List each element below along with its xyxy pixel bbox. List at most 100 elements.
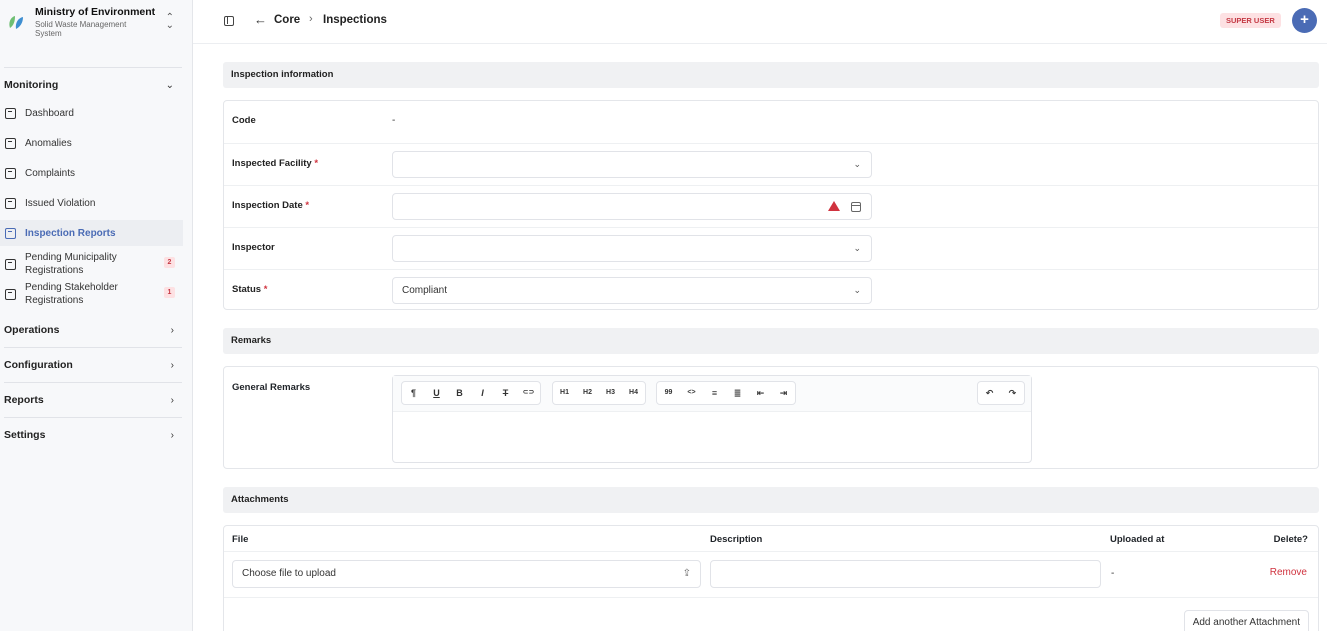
status-select[interactable]: Compliant ⌄ xyxy=(392,277,872,304)
sidebar-item-pending-municipality[interactable]: Pending Municipality Registrations 2 xyxy=(0,250,183,278)
block-group: 99 <> ≡ ≣ ⇤ ⇥ xyxy=(656,381,796,405)
page-icon xyxy=(5,167,16,179)
sidebar-item-label: Pending Stakeholder Registrations xyxy=(25,282,118,306)
add-attachment-button[interactable]: Add another Attachment xyxy=(1183,610,1309,631)
sidebar-divider xyxy=(4,382,182,383)
outdent-button[interactable]: ⇤ xyxy=(749,382,772,404)
facility-select[interactable]: ⌄ xyxy=(392,151,872,178)
format-group: ¶ U B I T ⊂⊃ xyxy=(401,381,541,405)
sidebar-item-label: Dashboard xyxy=(25,107,74,119)
page-icon xyxy=(5,288,16,300)
field-label: General Remarks xyxy=(232,382,311,393)
indent-button[interactable]: ⇥ xyxy=(772,382,795,404)
add-button[interactable]: + xyxy=(1292,8,1317,33)
label-text: Inspected Facility xyxy=(232,158,312,169)
chevron-right-icon: › xyxy=(309,13,313,25)
bold-button[interactable]: B xyxy=(448,382,471,404)
sidebar-group-settings[interactable]: Settings › xyxy=(4,426,182,444)
quote-button[interactable]: 99 xyxy=(657,382,680,404)
topbar: ← Core › Inspections SUPER USER + xyxy=(193,0,1327,44)
form-row-code: Code - xyxy=(224,101,1318,143)
numbered-list-button[interactable]: ≣ xyxy=(726,382,749,404)
sidebar-group-monitoring[interactable]: Monitoring ⌄ xyxy=(4,76,182,94)
page-icon xyxy=(5,137,16,149)
sidebar-group-operations[interactable]: Operations › xyxy=(4,321,182,339)
sidebar-item-label: Issued Violation xyxy=(25,197,96,209)
uploaded-at-value: - xyxy=(1111,568,1115,579)
sidebar-item-pending-stakeholder[interactable]: Pending Stakeholder Registrations 1 xyxy=(0,280,183,308)
history-group: ↶ ↷ xyxy=(977,381,1025,405)
org-name: Ministry of Environment xyxy=(35,6,156,18)
h3-button[interactable]: H3 xyxy=(599,382,622,404)
chevron-right-icon: › xyxy=(170,429,174,441)
count-badge: 1 xyxy=(164,287,175,298)
sidebar-group-label: Reports xyxy=(4,394,44,406)
paragraph-button[interactable]: ¶ xyxy=(402,382,425,404)
required-mark: * xyxy=(314,158,319,169)
chevron-down-icon: ⌄ xyxy=(165,79,174,91)
sidebar-item-anomalies[interactable]: Anomalies xyxy=(0,130,183,156)
chevron-down-icon: ⌄ xyxy=(853,159,861,169)
h2-button[interactable]: H2 xyxy=(576,382,599,404)
sidebar-group-configuration[interactable]: Configuration › xyxy=(4,356,182,374)
page-icon xyxy=(5,258,16,270)
sidebar-divider xyxy=(4,417,182,418)
h1-button[interactable]: H1 xyxy=(553,382,576,404)
column-header-file: File xyxy=(232,534,249,545)
upload-icon: ⇪ xyxy=(682,568,691,579)
strikethrough-button[interactable]: T xyxy=(494,382,517,404)
sidebar-item-issued-violation[interactable]: Issued Violation xyxy=(0,190,183,216)
code-button[interactable]: <> xyxy=(680,382,703,404)
role-badge: SUPER USER xyxy=(1220,13,1281,28)
org-titles: Ministry of Environment Solid Waste Mana… xyxy=(35,6,166,38)
description-input[interactable] xyxy=(710,560,1101,588)
undo-button[interactable]: ↶ xyxy=(978,382,1001,404)
sidebar-item-complaints[interactable]: Complaints xyxy=(0,160,183,186)
h4-button[interactable]: H4 xyxy=(622,382,645,404)
sidebar-toggle-icon[interactable] xyxy=(224,16,234,26)
inspection-date-input[interactable] xyxy=(392,193,872,227)
chevron-right-icon: › xyxy=(170,324,174,336)
sidebar-group-label: Settings xyxy=(4,429,46,441)
editor-toolbar: ¶ U B I T ⊂⊃ H1 H2 H3 H4 99 <> ≡ ≣ ⇤ ⇥ ↶… xyxy=(393,376,1031,412)
heading-group: H1 H2 H3 H4 xyxy=(552,381,646,405)
form-row-facility: Inspected Facility * ⌄ xyxy=(224,143,1318,185)
required-mark: * xyxy=(263,284,268,295)
org-switcher[interactable]: Ministry of Environment Solid Waste Mana… xyxy=(0,0,192,44)
back-arrow-icon[interactable]: ← xyxy=(254,12,267,27)
sidebar-item-label: Anomalies xyxy=(25,137,72,149)
breadcrumb-core[interactable]: Core xyxy=(274,14,300,26)
column-header-uploaded: Uploaded at xyxy=(1110,534,1165,545)
inspection-form-card: Code - Inspected Facility * ⌄ Inspection… xyxy=(223,100,1319,310)
sidebar-item-dashboard[interactable]: Dashboard xyxy=(0,100,183,126)
chevron-down-icon: ⌄ xyxy=(853,285,861,295)
underline-button[interactable]: U xyxy=(425,382,448,404)
link-button[interactable]: ⊂⊃ xyxy=(517,382,540,404)
required-mark: * xyxy=(305,200,310,211)
file-upload-input[interactable]: Choose file to upload ⇪ xyxy=(232,560,701,588)
inspector-select[interactable]: ⌄ xyxy=(392,235,872,262)
column-header-delete: Delete? xyxy=(1273,534,1308,545)
calendar-icon[interactable] xyxy=(851,202,861,212)
leaf-logo-icon xyxy=(9,16,23,29)
page-icon xyxy=(5,107,16,119)
sidebar-divider xyxy=(4,67,182,68)
chevron-right-icon: › xyxy=(170,359,174,371)
chevron-up-down-icon[interactable]: ⌃ ⌄ xyxy=(166,13,174,31)
form-row-inspector: Inspector ⌄ xyxy=(224,227,1318,269)
form-row-date: Inspection Date * xyxy=(224,185,1318,227)
remove-link[interactable]: Remove xyxy=(1270,567,1307,578)
column-header-description: Description xyxy=(710,534,763,545)
chevron-down-icon: ⌄ xyxy=(853,243,861,253)
field-label: Inspection Date * xyxy=(232,200,309,211)
rich-text-editor[interactable]: ¶ U B I T ⊂⊃ H1 H2 H3 H4 99 <> ≡ ≣ ⇤ ⇥ ↶… xyxy=(392,375,1032,463)
redo-button[interactable]: ↷ xyxy=(1001,382,1024,404)
sidebar-group-reports[interactable]: Reports › xyxy=(4,391,182,409)
table-header: File Description Uploaded at Delete? xyxy=(224,526,1318,552)
select-value: Compliant xyxy=(402,285,448,296)
sidebar-item-inspection-reports[interactable]: Inspection Reports xyxy=(0,220,183,246)
italic-button[interactable]: I xyxy=(471,382,494,404)
sidebar-group-label: Monitoring xyxy=(4,79,59,91)
bullet-list-button[interactable]: ≡ xyxy=(703,382,726,404)
page-icon xyxy=(5,197,16,209)
